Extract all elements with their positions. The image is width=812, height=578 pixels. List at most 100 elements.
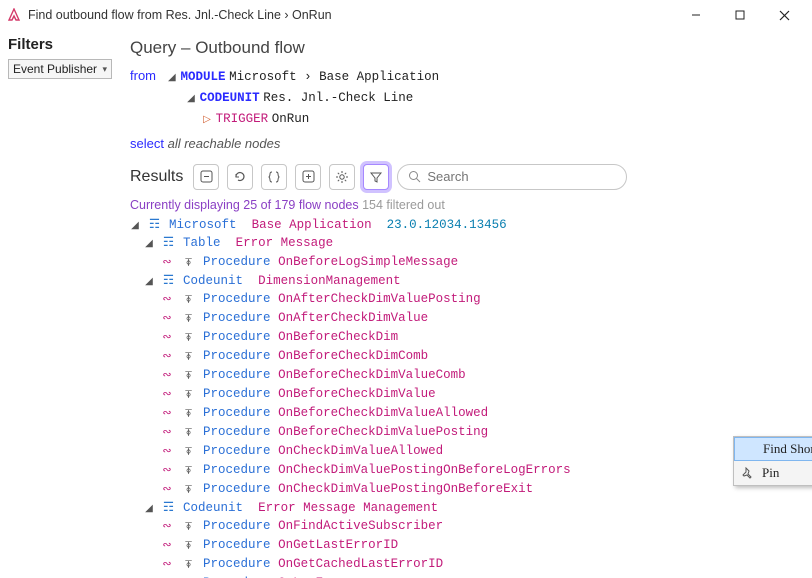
trigger-start-icon: ▷ xyxy=(202,112,212,127)
bookmark-icon: ⍕ xyxy=(182,294,196,310)
node-type: Procedure xyxy=(203,519,271,533)
tree-leaf-row[interactable]: ∾ ⍕ Procedure OnBeforeCheckDimValuePosti… xyxy=(160,423,802,442)
tree-leaf-row[interactable]: ∾ ⍕ Procedure OnBeforeCheckDimValue xyxy=(160,385,802,404)
search-input[interactable] xyxy=(427,169,616,184)
node-type: Codeunit xyxy=(183,501,243,515)
expand-icon[interactable]: ◢ xyxy=(130,220,140,235)
node-type: Procedure xyxy=(203,292,271,306)
window-maximize-button[interactable] xyxy=(718,1,762,29)
expand-icon[interactable]: ◢ xyxy=(144,276,154,291)
node-name: OnCheckDimValuePostingOnBeforeLogErrors xyxy=(278,463,571,477)
link-icon: ∾ xyxy=(160,350,174,366)
node-type: Procedure xyxy=(203,311,271,325)
results-tree: ◢ ☶ Microsoft Base Application 23.0.1203… xyxy=(130,216,802,578)
node-type: Microsoft xyxy=(169,218,237,232)
settings-button[interactable] xyxy=(329,164,355,190)
link-icon: ∾ xyxy=(160,483,174,499)
results-heading: Results xyxy=(130,168,183,186)
window-minimize-button[interactable] xyxy=(674,1,718,29)
tree-leaf-row[interactable]: ∾ ⍕ Procedure OnFindActiveSubscriber xyxy=(160,517,802,536)
refresh-button[interactable] xyxy=(227,164,253,190)
bookmark-icon: ⍕ xyxy=(182,559,196,575)
node-name: Error Message Management xyxy=(258,501,438,515)
node-name: OnBeforeLogSimpleMessage xyxy=(278,255,458,269)
tree-leaf-row[interactable]: ∾ ⍕ Procedure OnBeforeLogSimpleMessage xyxy=(160,253,802,272)
node-type: Table xyxy=(183,236,221,250)
bookmark-icon: ⍕ xyxy=(182,446,196,462)
content-pane: Query – Outbound flow from ◢ MODULE Micr… xyxy=(130,30,812,528)
link-icon: ∾ xyxy=(160,445,174,461)
node-name: OnBeforeCheckDimValue xyxy=(278,387,436,401)
query-title: Query – Outbound flow xyxy=(130,38,802,58)
tree-group-row[interactable]: ◢ ☶ Codeunit DimensionManagement xyxy=(130,272,802,291)
query-trigger-line: ▷ TRIGGER OnRun xyxy=(130,108,802,129)
tree-group-row[interactable]: ◢ ☶ Table Error Message xyxy=(130,234,802,253)
filter-dropdown[interactable]: Event Publisher ▾ xyxy=(8,59,112,79)
filters-heading: Filters xyxy=(8,36,122,53)
tree-leaf-row[interactable]: ∾ ⍕ Procedure OnLogError xyxy=(160,574,802,578)
query-from-line: from ◢ MODULE Microsoft › Base Applicati… xyxy=(130,66,802,87)
tree-leaf-row[interactable]: ∾ ⍕ Procedure OnGetLastErrorID xyxy=(160,536,802,555)
window-close-button[interactable] xyxy=(762,1,806,29)
node-type: Procedure xyxy=(203,444,271,458)
tree-leaf-row[interactable]: ∾ ⍕ Procedure OnAfterCheckDimValue xyxy=(160,309,802,328)
expand-icon[interactable]: ◢ xyxy=(144,238,154,253)
bookmark-icon: ⍕ xyxy=(182,257,196,273)
bookmark-icon: ⍕ xyxy=(182,484,196,500)
node-name: OnLogError xyxy=(278,576,353,578)
expand-all-button[interactable] xyxy=(295,164,321,190)
context-menu-item-pin[interactable]: Pin xyxy=(734,461,812,485)
node-name: OnGetCachedLastErrorID xyxy=(278,557,443,571)
select-expression: all reachable nodes xyxy=(168,136,281,151)
tree-leaf-row[interactable]: ∾ ⍕ Procedure OnAfterCheckDimValuePostin… xyxy=(160,290,802,309)
expand-icon[interactable]: ◢ xyxy=(144,503,154,518)
context-menu-item-find-shortest-path[interactable]: Find Shortest Path xyxy=(734,437,812,461)
tree-leaf-row[interactable]: ∾ ⍕ Procedure OnBeforeCheckDim xyxy=(160,328,802,347)
expand-icon[interactable]: ◢ xyxy=(167,70,177,85)
query-codeunit-line: ◢ CODEUNIT Res. Jnl.-Check Line xyxy=(130,87,802,108)
query-select-line: select all reachable nodes xyxy=(130,134,802,154)
tree-leaf-row[interactable]: ∾ ⍕ Procedure OnCheckDimValuePostingOnBe… xyxy=(160,480,802,499)
tree-leaf-row[interactable]: ∾ ⍕ Procedure OnCheckDimValuePostingOnBe… xyxy=(160,461,802,480)
list-icon: ☶ xyxy=(162,499,176,517)
node-type: Procedure xyxy=(203,576,271,578)
app-logo-icon xyxy=(6,7,22,23)
link-icon: ∾ xyxy=(160,426,174,442)
node-type: Procedure xyxy=(203,330,271,344)
link-icon: ∾ xyxy=(160,388,174,404)
node-name: OnBeforeCheckDimValuePosting xyxy=(278,425,488,439)
results-summary: Currently displaying 25 of 179 flow node… xyxy=(130,198,802,212)
search-icon xyxy=(408,170,421,183)
tree-leaf-row[interactable]: ∾ ⍕ Procedure OnBeforeCheckDimValueComb xyxy=(160,366,802,385)
node-name: OnAfterCheckDimValue xyxy=(278,311,428,325)
tree-leaf-row[interactable]: ∾ ⍕ Procedure OnBeforeCheckDimComb xyxy=(160,347,802,366)
tree-leaf-row[interactable]: ∾ ⍕ Procedure OnBeforeCheckDimValueAllow… xyxy=(160,404,802,423)
list-icon: ☶ xyxy=(148,216,162,234)
tree-leaf-row[interactable]: ∾ ⍕ Procedure OnCheckDimValueAllowed xyxy=(160,442,802,461)
search-box[interactable] xyxy=(397,164,627,190)
tree-group-row[interactable]: ◢ ☶ Codeunit Error Message Management xyxy=(130,499,802,518)
list-icon: ☶ xyxy=(162,272,176,290)
bookmark-icon: ⍕ xyxy=(182,313,196,329)
link-icon: ∾ xyxy=(160,407,174,423)
link-icon: ∾ xyxy=(160,558,174,574)
context-menu-label: Pin xyxy=(762,465,779,481)
tree-leaf-row[interactable]: ∾ ⍕ Procedure OnGetCachedLastErrorID xyxy=(160,555,802,574)
filter-button[interactable] xyxy=(363,164,389,190)
window-titlebar: Find outbound flow from Res. Jnl.-Check … xyxy=(0,0,812,30)
tree-root-row[interactable]: ◢ ☶ Microsoft Base Application 23.0.1203… xyxy=(130,216,802,235)
link-icon: ∾ xyxy=(160,331,174,347)
node-name: OnBeforeCheckDimValueComb xyxy=(278,368,466,382)
context-menu-label: Find Shortest Path xyxy=(763,441,812,457)
keyword-module: MODULE xyxy=(180,70,225,84)
node-type: Procedure xyxy=(203,349,271,363)
node-name: OnBeforeCheckDimValueAllowed xyxy=(278,406,488,420)
node-name: Base Application xyxy=(252,218,372,232)
node-name: OnCheckDimValueAllowed xyxy=(278,444,443,458)
trigger-name: OnRun xyxy=(272,112,310,126)
collapse-all-button[interactable] xyxy=(193,164,219,190)
expand-icon[interactable]: ◢ xyxy=(186,91,196,106)
link-icon: ∾ xyxy=(160,293,174,309)
node-name: Error Message xyxy=(236,236,334,250)
braces-button[interactable] xyxy=(261,164,287,190)
